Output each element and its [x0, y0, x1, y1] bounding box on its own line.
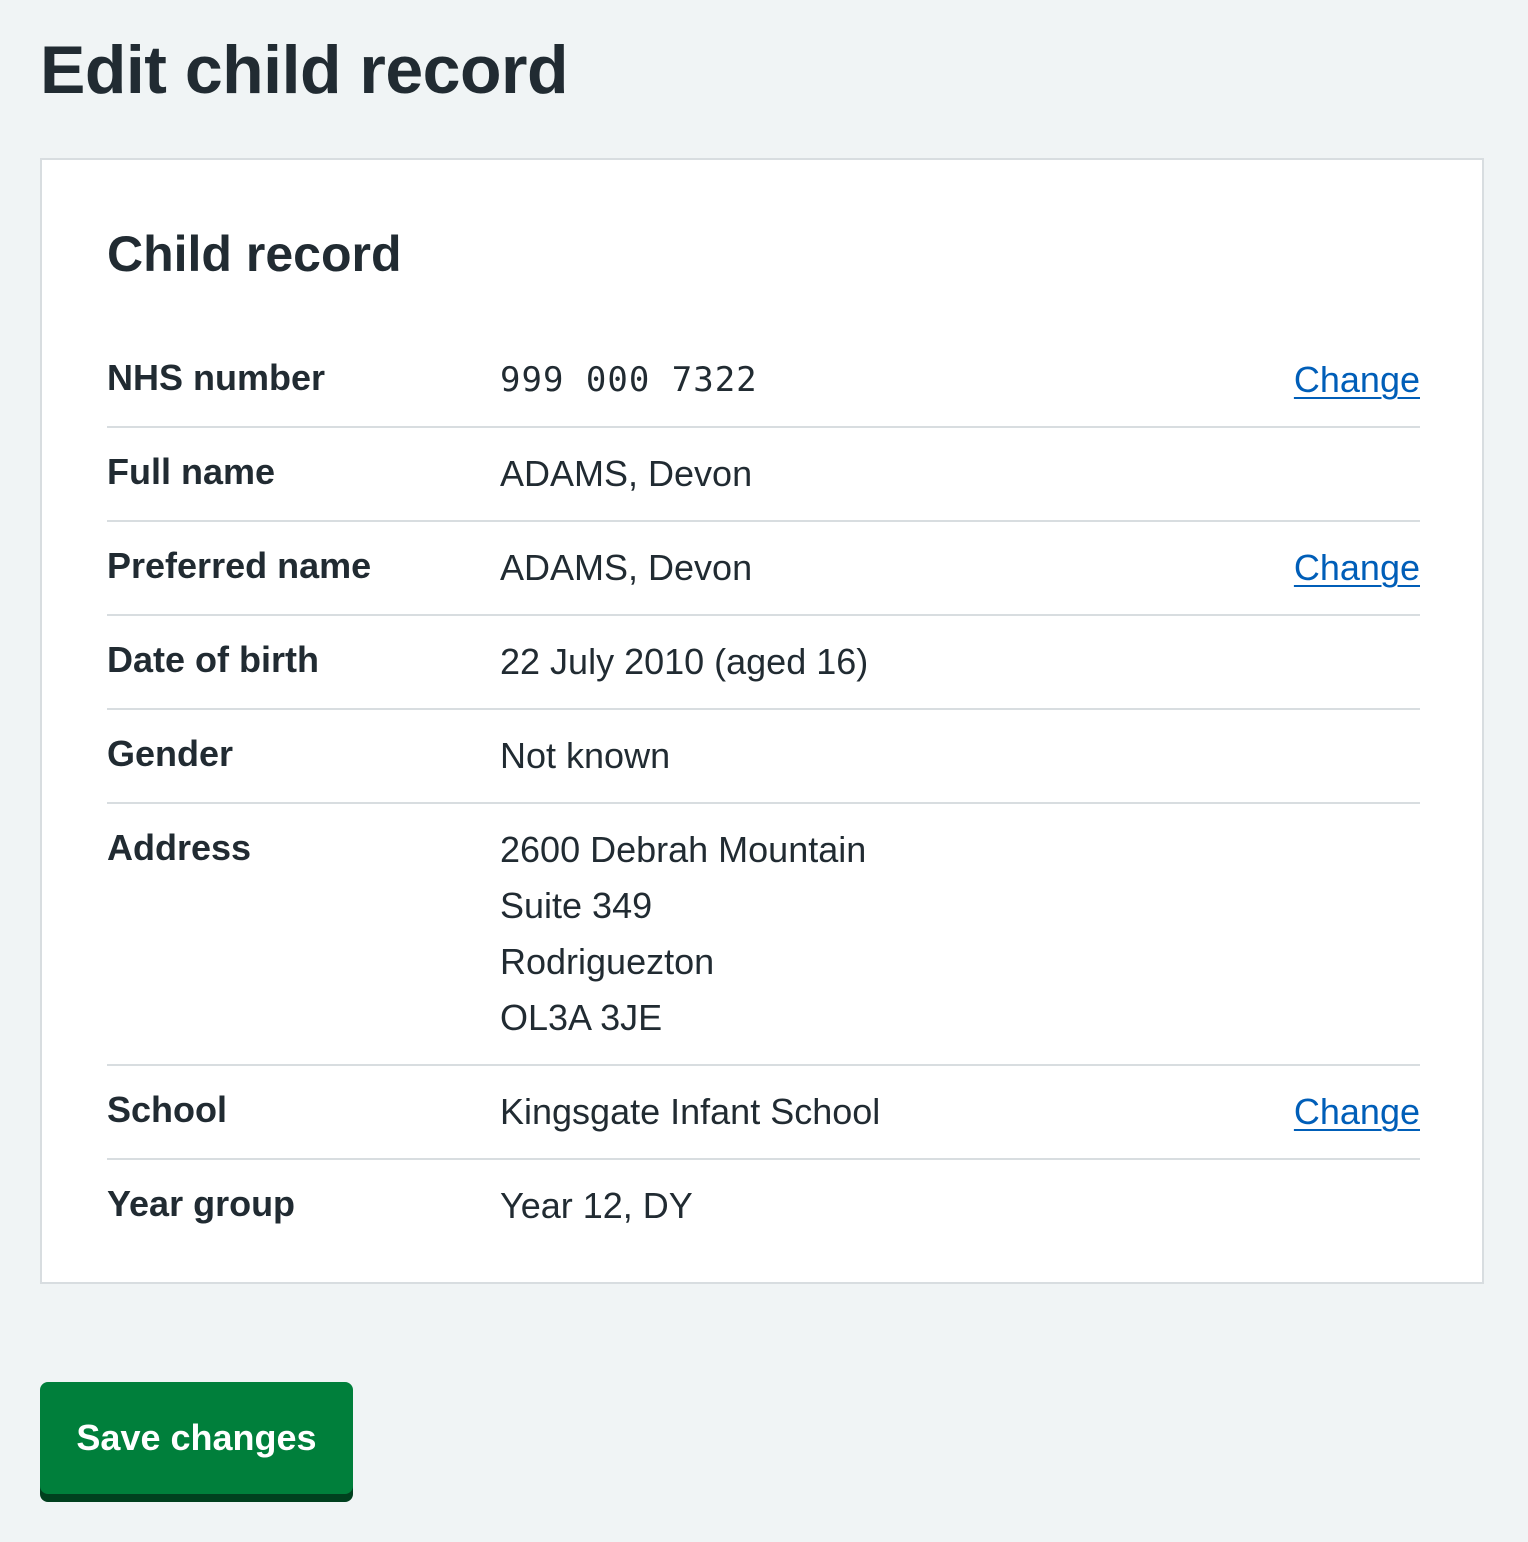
school-label: School [107, 1089, 228, 1130]
full-name-value: ADAMS, Devon [500, 453, 753, 494]
row-preferred-name: Preferred name ADAMS, Devon Change [107, 522, 1420, 616]
school-value: Kingsgate Infant School [500, 1091, 881, 1132]
preferred-name-label: Preferred name [107, 545, 372, 586]
year-group-value: Year 12, DY [500, 1185, 693, 1226]
date-of-birth-label: Date of birth [107, 639, 319, 680]
date-of-birth-value: 22 July 2010 (aged 16) [500, 641, 869, 682]
gender-label: Gender [107, 733, 234, 774]
gender-value: Not known [500, 735, 671, 776]
year-group-label: Year group [107, 1183, 296, 1224]
row-school: School Kingsgate Infant School Change [107, 1066, 1420, 1160]
address-line: Rodriguezton [500, 941, 715, 982]
row-year-group: Year group Year 12, DY [107, 1160, 1420, 1252]
child-record-card: Child record NHS number 999 000 7322 Cha… [40, 158, 1484, 1284]
address-postcode: OL3A 3JE [500, 997, 663, 1038]
row-date-of-birth: Date of birth 22 July 2010 (aged 16) [107, 616, 1420, 710]
address-line: 2600 Debrah Mountain [500, 829, 867, 870]
row-nhs-number: NHS number 999 000 7322 Change [107, 334, 1420, 428]
summary-list: NHS number 999 000 7322 Change Full name… [107, 334, 1420, 1252]
page-title: Edit child record [40, 32, 569, 108]
row-full-name: Full name ADAMS, Devon [107, 428, 1420, 522]
row-gender: Gender Not known [107, 710, 1420, 804]
card-heading: Child record [107, 226, 402, 282]
nhs-number-label: NHS number [107, 357, 326, 398]
change-school-link[interactable]: Change [1294, 1084, 1420, 1140]
address-line: Suite 349 [500, 885, 653, 926]
change-preferred-name-link[interactable]: Change [1294, 540, 1420, 596]
change-nhs-number-link[interactable]: Change [1294, 352, 1420, 408]
address-label: Address [107, 827, 252, 868]
full-name-label: Full name [107, 451, 276, 492]
save-changes-button[interactable]: Save changes [40, 1382, 353, 1494]
preferred-name-value: ADAMS, Devon [500, 547, 753, 588]
row-address: Address 2600 Debrah Mountain Suite 349 R… [107, 804, 1420, 1066]
nhs-number-value: 999 000 7322 [500, 360, 758, 400]
address-value: 2600 Debrah Mountain Suite 349 Rodriguez… [500, 822, 1420, 1046]
